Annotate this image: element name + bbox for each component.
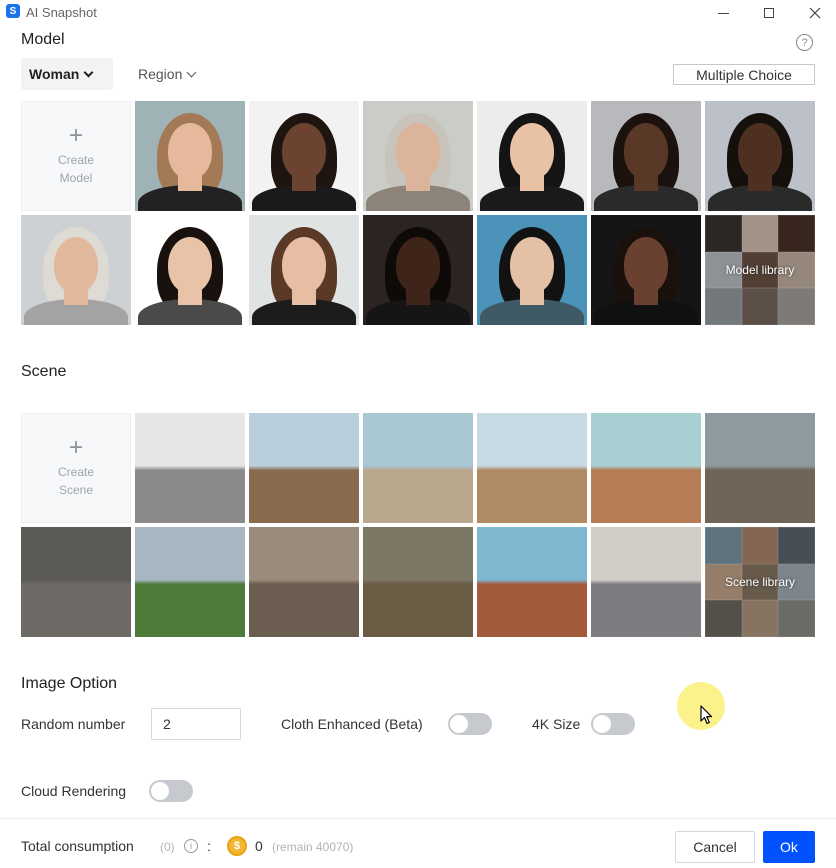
region-filter-label: Region <box>138 66 183 82</box>
app-logo-icon: S <box>6 4 20 18</box>
total-consumption-label: Total consumption <box>21 838 134 854</box>
model-portrait-6[interactable] <box>705 101 815 211</box>
scene-rocky-beach[interactable] <box>363 413 473 523</box>
maximize-button[interactable] <box>746 0 792 26</box>
mouse-cursor-icon <box>700 705 713 725</box>
footer-divider <box>0 818 836 819</box>
model-portrait-2[interactable] <box>249 101 359 211</box>
minimize-button[interactable] <box>700 0 746 26</box>
scene-chateau-lawn[interactable] <box>135 527 245 637</box>
scene-desert-hills[interactable] <box>591 413 701 523</box>
model-portrait-7[interactable] <box>21 215 131 325</box>
create-scene-label-line2: Scene <box>58 483 94 497</box>
toggle-knob <box>450 715 468 733</box>
scene-old-town-street[interactable] <box>477 413 587 523</box>
close-button[interactable] <box>792 0 836 26</box>
model-portrait-4[interactable] <box>477 101 587 211</box>
consumption-count: (0) <box>160 840 175 854</box>
create-scene-tile[interactable]: + Create Scene <box>21 413 131 523</box>
help-icon[interactable]: ? <box>796 34 813 51</box>
scene-mannequin-studio[interactable] <box>135 413 245 523</box>
model-portrait-5[interactable] <box>591 101 701 211</box>
random-number-label: Random number <box>21 716 126 732</box>
maximize-icon <box>764 8 774 18</box>
gender-filter-dropdown[interactable]: Woman <box>21 58 113 90</box>
scene-narrow-road[interactable] <box>591 527 701 637</box>
model-portrait-10[interactable] <box>363 215 473 325</box>
model-portrait-8[interactable] <box>135 215 245 325</box>
consumption-colon: : <box>207 838 211 854</box>
ok-button[interactable]: Ok <box>763 831 815 863</box>
cancel-button[interactable]: Cancel <box>675 831 755 863</box>
model-portrait-1[interactable] <box>135 101 245 211</box>
scene-library-tile[interactable]: Scene library <box>705 527 815 637</box>
model-portrait-11[interactable] <box>477 215 587 325</box>
region-filter-dropdown[interactable]: Region <box>130 58 203 90</box>
toggle-knob <box>593 715 611 733</box>
scene-wooden-pier[interactable] <box>705 413 815 523</box>
scene-section-title: Scene <box>21 363 67 380</box>
create-scene-label-line1: Create <box>57 465 95 479</box>
create-model-label-line2: Model <box>59 171 93 185</box>
multiple-choice-button[interactable]: Multiple Choice <box>673 64 815 85</box>
minimize-icon <box>717 12 729 14</box>
chevron-down-icon <box>186 67 197 77</box>
chevron-down-icon <box>83 67 94 77</box>
close-icon <box>809 7 821 19</box>
toggle-knob <box>151 782 169 800</box>
scene-autumn-forest[interactable] <box>363 527 473 637</box>
model-portrait-9[interactable] <box>249 215 359 325</box>
random-number-input[interactable] <box>151 708 241 740</box>
image-option-section-title: Image Option <box>21 675 118 692</box>
info-icon[interactable]: i <box>184 839 198 853</box>
cloud-rendering-toggle[interactable] <box>149 780 193 802</box>
scene-stone-archway[interactable] <box>249 527 359 637</box>
window-title: AI Snapshot <box>26 5 97 20</box>
consumption-amount: 0 <box>255 838 263 854</box>
4k-size-toggle[interactable] <box>591 713 635 735</box>
title-bar: S AI Snapshot <box>0 0 836 26</box>
4k-size-label: 4K Size <box>532 716 581 732</box>
coin-icon: $ <box>227 836 247 856</box>
cloud-rendering-label: Cloud Rendering <box>21 783 127 799</box>
model-library-label: Model library <box>725 263 795 277</box>
plus-icon: + <box>68 122 83 149</box>
scene-red-canyon[interactable] <box>477 527 587 637</box>
scene-library-label: Scene library <box>724 575 796 589</box>
create-model-tile[interactable]: + Create Model <box>21 101 131 211</box>
cloth-enhanced-toggle[interactable] <box>448 713 492 735</box>
model-portrait-12[interactable] <box>591 215 701 325</box>
scene-mosque-tower[interactable] <box>249 413 359 523</box>
create-model-label-line1: Create <box>57 153 95 167</box>
scene-city-street[interactable] <box>21 527 131 637</box>
gender-filter-label: Woman <box>29 66 80 82</box>
plus-icon: + <box>68 434 83 461</box>
model-section-title: Model <box>21 31 65 48</box>
remaining-balance: (remain 40070) <box>272 840 354 854</box>
model-library-tile[interactable]: Model library <box>705 215 815 325</box>
cloth-enhanced-label: Cloth Enhanced (Beta) <box>281 716 423 732</box>
model-portrait-3[interactable] <box>363 101 473 211</box>
